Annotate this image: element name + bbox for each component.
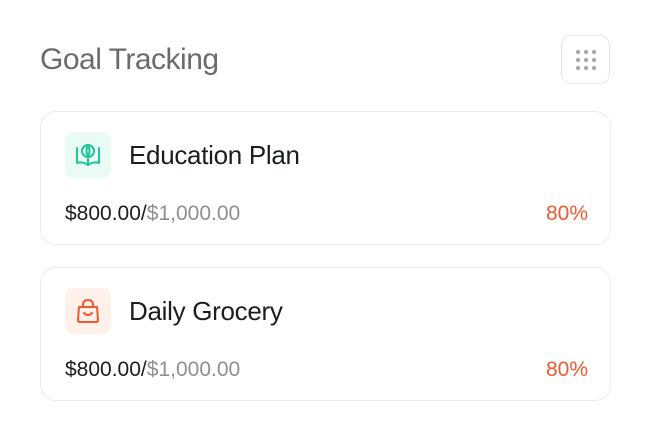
menu-button[interactable]: [561, 35, 610, 84]
grid-dots-icon: [575, 49, 596, 70]
goal-name: Daily Grocery: [129, 296, 283, 326]
goal-target-amount: $1,000.00: [146, 358, 241, 381]
goal-percent: 80%: [545, 202, 588, 225]
goal-card-daily-grocery[interactable]: Daily Grocery $800.00/$1,000.00 80%: [40, 267, 611, 401]
goal-target-amount: $1,000.00: [146, 202, 241, 225]
goal-icon-container: [65, 132, 111, 178]
goal-icon-container: [65, 288, 111, 334]
goal-name: Education Plan: [129, 140, 300, 170]
goal-amounts: $800.00/$1,000.00: [65, 356, 240, 384]
shopping-bag-icon: [77, 299, 99, 323]
goal-percent: 80%: [545, 358, 588, 381]
book-globe-icon: [76, 144, 100, 166]
goal-current-amount: $800.00: [65, 358, 141, 381]
goal-amounts: $800.00/$1,000.00: [65, 200, 240, 228]
goal-tracking-widget: Goal Tracking Education Plan $800.00/$1,…: [0, 0, 652, 436]
widget-title: Goal Tracking: [40, 43, 219, 76]
goal-current-amount: $800.00: [65, 202, 141, 225]
goal-card-education-plan[interactable]: Education Plan $800.00/$1,000.00 80%: [40, 111, 611, 245]
